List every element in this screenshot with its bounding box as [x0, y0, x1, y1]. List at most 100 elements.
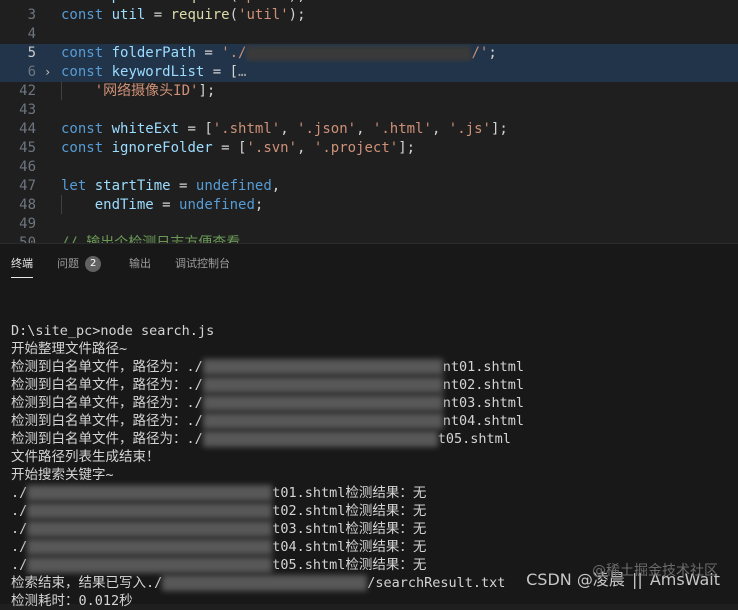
code-token: keywordList: [111, 64, 205, 80]
redacted-path: [202, 395, 443, 411]
fold-chevron-icon[interactable]: ›: [44, 63, 51, 82]
code-text: endTime = undefined;: [61, 196, 264, 215]
code-token: '.html': [372, 121, 432, 137]
tab-debug-console[interactable]: 调试控制台: [175, 244, 230, 284]
code-token: =: [195, 45, 222, 61]
code-token: =: [204, 64, 230, 80]
code-token: '网络摄像头ID': [94, 83, 199, 99]
line-number: 47: [19, 178, 36, 194]
terminal-text: t01.shtml检测结果：无: [272, 485, 427, 501]
code-token: 'util': [238, 7, 289, 23]
tab-label: 调试控制台: [175, 257, 230, 270]
terminal-line: 检测到白名单文件，路径为：./ nt03.shtml: [11, 394, 731, 412]
terminal-text: 检测到白名单文件，路径为：./: [11, 377, 203, 393]
code-token: util: [111, 7, 146, 23]
tab-output[interactable]: 输出: [129, 244, 151, 284]
redacted-path: [202, 431, 438, 447]
redacted-path: [27, 557, 273, 573]
code-editor[interactable]: const path = require('path'); 3const uti…: [0, 0, 738, 243]
code-text: const keywordList = […: [61, 63, 246, 82]
terminal-text: nt02.shtml: [442, 377, 525, 393]
code-token: ];: [198, 83, 216, 99]
code-token: '.project': [313, 140, 399, 156]
code-token: const: [61, 7, 104, 23]
code-line: 48 endTime = undefined;: [0, 196, 738, 215]
code-line: 47 let startTime = undefined,: [0, 177, 738, 196]
terminal-line: D:\site_pc>node search.js: [11, 322, 731, 340]
terminal-line: ./ t02.shtml检测结果：无: [11, 502, 731, 520]
terminal-text: t04.shtml检测结果：无: [272, 539, 427, 555]
terminal-text: nt04.shtml: [442, 413, 525, 429]
terminal-line: ./ t04.shtml检测结果：无: [11, 538, 731, 556]
code-token: (: [229, 7, 239, 23]
terminal-text: ./: [11, 521, 28, 537]
terminal-text: nt01.shtml: [442, 359, 525, 375]
redacted-path: [27, 485, 273, 501]
code-token: ];: [490, 121, 508, 137]
line-number: 48: [19, 197, 36, 213]
bottom-panel: 终端 问题 2 输出 调试控制台 D:\site_pc>node search.j…: [0, 243, 738, 609]
code-token: './: [221, 45, 247, 61]
code-token: const: [61, 121, 104, 137]
line-number: 5: [27, 45, 36, 61]
tab-label: 问题: [57, 257, 79, 270]
terminal-line: 开始整理文件路径~: [11, 340, 731, 358]
watermark: @稀土掘金技术社区 CSDN @凌晨 || AmsWait: [526, 563, 720, 590]
terminal-text: ./: [11, 539, 28, 555]
code-token: ,: [356, 121, 373, 137]
watermark-faint-text: @稀土掘金技术社区: [592, 563, 718, 579]
terminal-line: ./ t03.shtml检测结果：无: [11, 520, 731, 538]
indent-guide: [61, 195, 62, 214]
terminal-text: ./: [11, 557, 28, 573]
redacted-path: [202, 413, 443, 429]
code-token: =: [170, 178, 196, 194]
redacted-path: [202, 359, 443, 375]
code-token: endTime: [94, 197, 154, 213]
code-token: …: [238, 64, 247, 80]
line-number: 45: [19, 140, 36, 156]
tab-problems[interactable]: 问题 2: [57, 244, 102, 284]
terminal-line: 检测到白名单文件，路径为：./ nt04.shtml: [11, 412, 731, 430]
code-token: const: [61, 64, 104, 80]
terminal-text: 文件路径列表生成结束！: [11, 449, 160, 465]
code-token: startTime: [94, 178, 171, 194]
terminal-text: /searchResult.txt: [367, 575, 506, 591]
code-token: '.svn': [246, 140, 298, 156]
code-line: 46: [0, 158, 738, 177]
redacted-path: [27, 521, 273, 537]
terminal-text: 开始整理文件路径~: [11, 341, 128, 357]
code-text: const folderPath = './ /';: [61, 44, 497, 63]
code-token: =: [153, 197, 180, 213]
code-line: 43: [0, 101, 738, 120]
code-line: 45 const ignoreFolder = ['.svn', '.projec…: [0, 139, 738, 158]
code-token: let: [61, 178, 87, 194]
code-token: const: [61, 45, 104, 61]
tab-terminal[interactable]: 终端: [11, 244, 33, 284]
code-token: require: [170, 7, 230, 23]
code-token: const: [61, 140, 104, 156]
redacted-path: [27, 503, 273, 519]
line-number: 50: [19, 235, 36, 243]
terminal-line: 文件路径列表生成结束！: [11, 448, 731, 466]
code-line: 6 › const keywordList = […: [0, 63, 738, 82]
terminal-text: D:\site_pc>node search.js: [11, 323, 215, 339]
terminal-line: 检测到白名单文件，路径为：./ t05.shtml: [11, 430, 731, 448]
code-text: let startTime = undefined,: [61, 177, 280, 196]
code-token: /': [471, 45, 489, 61]
code-token: ];: [398, 140, 416, 156]
terminal-line: 检测到白名单文件，路径为：./ nt02.shtml: [11, 376, 731, 394]
code-token: ,: [271, 178, 281, 194]
code-token: );: [288, 7, 306, 23]
terminal-text: ./: [11, 485, 28, 501]
code-token: undefined: [195, 178, 272, 194]
code-token: = [: [212, 140, 247, 156]
terminal-text: t05.shtml检测结果：无: [272, 557, 427, 573]
line-number: 46: [19, 159, 36, 175]
code-line: 4: [0, 25, 738, 44]
